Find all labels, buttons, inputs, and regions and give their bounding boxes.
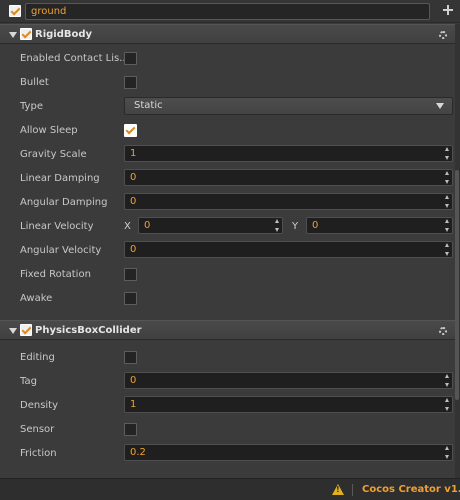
density-value: 1 <box>130 399 137 410</box>
linear-damping-value: 0 <box>130 172 137 183</box>
gear-icon[interactable] <box>439 327 447 335</box>
linear-velocity-label: Linear Velocity <box>20 221 94 232</box>
gravity-scale-input[interactable]: 1 <box>124 145 453 162</box>
node-name-input[interactable]: ground <box>25 3 430 20</box>
type-label: Type <box>20 101 43 112</box>
stepper-icon[interactable] <box>444 147 451 160</box>
linear-velocity-x-value: 0 <box>144 220 151 231</box>
awake-label: Awake <box>20 293 53 304</box>
inspector-panel: ground RigidBody Enabled Contact Lis... … <box>0 0 460 478</box>
friction-value: 0.2 <box>130 447 146 458</box>
bullet-label: Bullet <box>20 77 49 88</box>
tag-value: 0 <box>130 375 137 386</box>
rigidbody-title: RigidBody <box>35 29 93 40</box>
collapse-arrow-icon[interactable] <box>9 32 17 38</box>
linear-damping-label: Linear Damping <box>20 173 100 184</box>
sensor-label: Sensor <box>20 424 55 435</box>
node-header: ground <box>0 0 460 23</box>
enabled-contact-listener-checkbox[interactable] <box>124 52 137 65</box>
allow-sleep-label: Allow Sleep <box>20 125 78 136</box>
angular-velocity-input[interactable]: 0 <box>124 241 453 258</box>
stepper-icon[interactable] <box>444 374 451 387</box>
allow-sleep-checkbox[interactable] <box>124 124 137 137</box>
angular-velocity-label: Angular Velocity <box>20 245 102 256</box>
angular-velocity-value: 0 <box>130 244 137 255</box>
tag-label: Tag <box>20 376 37 387</box>
stepper-icon[interactable] <box>444 195 451 208</box>
gravity-scale-value: 1 <box>130 148 137 159</box>
enabled-contact-listener-label: Enabled Contact Lis... <box>20 53 129 64</box>
warning-icon[interactable] <box>332 484 344 495</box>
node-active-checkbox[interactable] <box>9 5 21 17</box>
sensor-checkbox[interactable] <box>124 423 137 436</box>
density-label: Density <box>20 400 59 411</box>
linear-velocity-y-value: 0 <box>312 220 319 231</box>
gravity-scale-label: Gravity Scale <box>20 149 87 160</box>
editing-checkbox[interactable] <box>124 351 137 364</box>
type-select-value: Static <box>134 100 163 111</box>
tag-input[interactable]: 0 <box>124 372 453 389</box>
stepper-icon[interactable] <box>444 171 451 184</box>
bullet-checkbox[interactable] <box>124 76 137 89</box>
angular-damping-label: Angular Damping <box>20 197 108 208</box>
stepper-icon[interactable] <box>274 219 281 232</box>
status-bar: Cocos Creator v1.9.1 <box>0 478 460 500</box>
box-collider-enabled-checkbox[interactable] <box>20 324 32 336</box>
angular-damping-value: 0 <box>130 196 137 207</box>
y-axis-label: Y <box>292 221 299 232</box>
friction-label: Friction <box>20 448 57 459</box>
type-select[interactable]: Static <box>124 97 453 115</box>
linear-velocity-y-input[interactable]: 0 <box>306 217 453 234</box>
fixed-rotation-checkbox[interactable] <box>124 268 137 281</box>
linear-velocity-x-input[interactable]: 0 <box>138 217 283 234</box>
divider <box>352 484 353 496</box>
collapse-arrow-icon[interactable] <box>9 328 17 334</box>
box-collider-header[interactable]: PhysicsBoxCollider <box>0 320 455 340</box>
x-axis-label: X <box>124 221 131 232</box>
rigidbody-enabled-checkbox[interactable] <box>20 28 32 40</box>
rigidbody-header[interactable]: RigidBody <box>0 24 455 44</box>
friction-input[interactable]: 0.2 <box>124 444 453 461</box>
box-collider-title: PhysicsBoxCollider <box>35 325 142 336</box>
stepper-icon[interactable] <box>444 446 451 459</box>
editing-label: Editing <box>20 352 55 363</box>
density-input[interactable]: 1 <box>124 396 453 413</box>
stepper-icon[interactable] <box>444 398 451 411</box>
fixed-rotation-label: Fixed Rotation <box>20 269 91 280</box>
version-label: Cocos Creator v1.9.1 <box>362 484 460 495</box>
angular-damping-input[interactable]: 0 <box>124 193 453 210</box>
dropdown-arrow-icon <box>436 103 444 109</box>
stepper-icon[interactable] <box>444 243 451 256</box>
stepper-icon[interactable] <box>444 219 451 232</box>
add-component-icon[interactable] <box>442 4 454 16</box>
gear-icon[interactable] <box>439 31 447 39</box>
scrollbar-thumb[interactable] <box>455 170 459 400</box>
linear-damping-input[interactable]: 0 <box>124 169 453 186</box>
awake-checkbox[interactable] <box>124 292 137 305</box>
